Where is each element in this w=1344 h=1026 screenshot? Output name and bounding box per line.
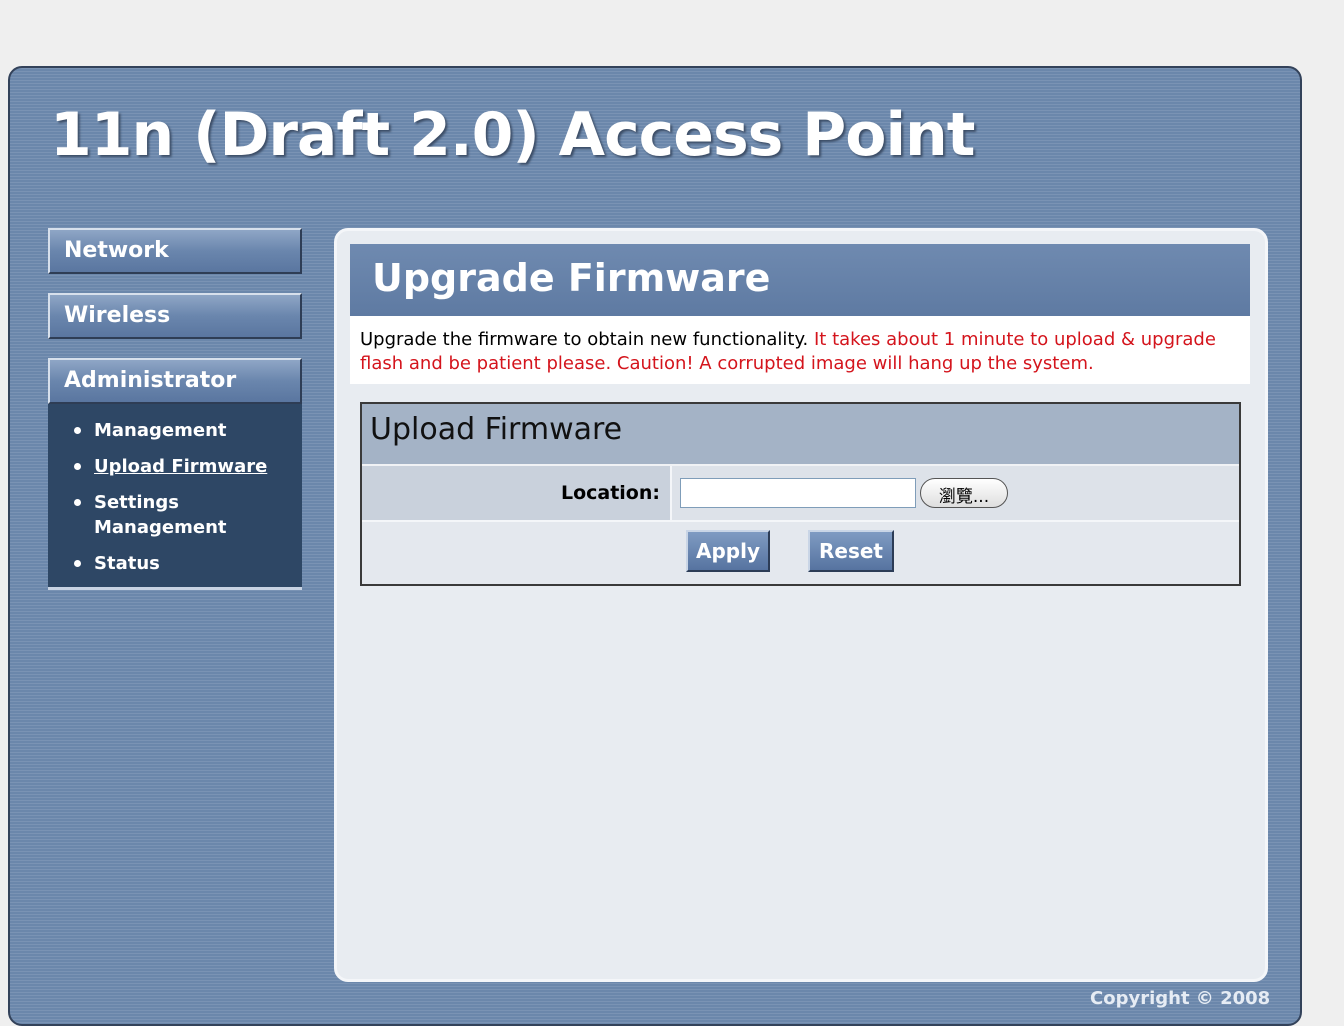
submenu-item-label: Settings Management xyxy=(94,492,227,538)
submenu-item-label: Management xyxy=(94,420,227,441)
location-file-input[interactable] xyxy=(680,478,916,508)
submenu-item-label: Status xyxy=(94,553,160,574)
reset-button[interactable]: Reset xyxy=(808,530,894,572)
submenu-item-management[interactable]: Management xyxy=(74,418,302,443)
upload-firmware-panel: Upload Firmware Location: 瀏覽... Apply Re… xyxy=(360,402,1241,586)
apply-button[interactable]: Apply xyxy=(686,530,770,572)
submenu-item-upload-firmware[interactable]: Upload Firmware xyxy=(74,454,302,479)
site-title: 11n (Draft 2.0) Access Point xyxy=(50,100,975,170)
browse-button[interactable]: 瀏覽... xyxy=(920,478,1008,508)
location-label: Location: xyxy=(362,466,670,520)
bullet-icon xyxy=(74,560,81,567)
administrator-submenu: Management Upload Firmware Settings Mana… xyxy=(48,404,302,590)
page-title: Upgrade Firmware xyxy=(350,244,1250,316)
action-row: Apply Reset xyxy=(362,522,1239,584)
nav-wireless-button[interactable]: Wireless xyxy=(48,293,302,339)
submenu-item-label: Upload Firmware xyxy=(94,456,268,477)
page-description: Upgrade the firmware to obtain new funct… xyxy=(350,316,1250,384)
bullet-icon xyxy=(74,463,81,470)
submenu-item-settings-management[interactable]: Settings Management xyxy=(74,490,227,540)
submenu-item-status[interactable]: Status xyxy=(74,551,302,576)
description-text: Upgrade the firmware to obtain new funct… xyxy=(360,329,809,350)
bullet-icon xyxy=(74,427,81,434)
panel-title: Upload Firmware xyxy=(362,404,1239,466)
nav-administrator-button[interactable]: Administrator xyxy=(48,358,302,404)
copyright-text: Copyright © 2008 xyxy=(1090,988,1271,1009)
location-row: Location: 瀏覽... xyxy=(362,466,1239,522)
nav-network-button[interactable]: Network xyxy=(48,228,302,274)
bullet-icon xyxy=(74,499,81,506)
